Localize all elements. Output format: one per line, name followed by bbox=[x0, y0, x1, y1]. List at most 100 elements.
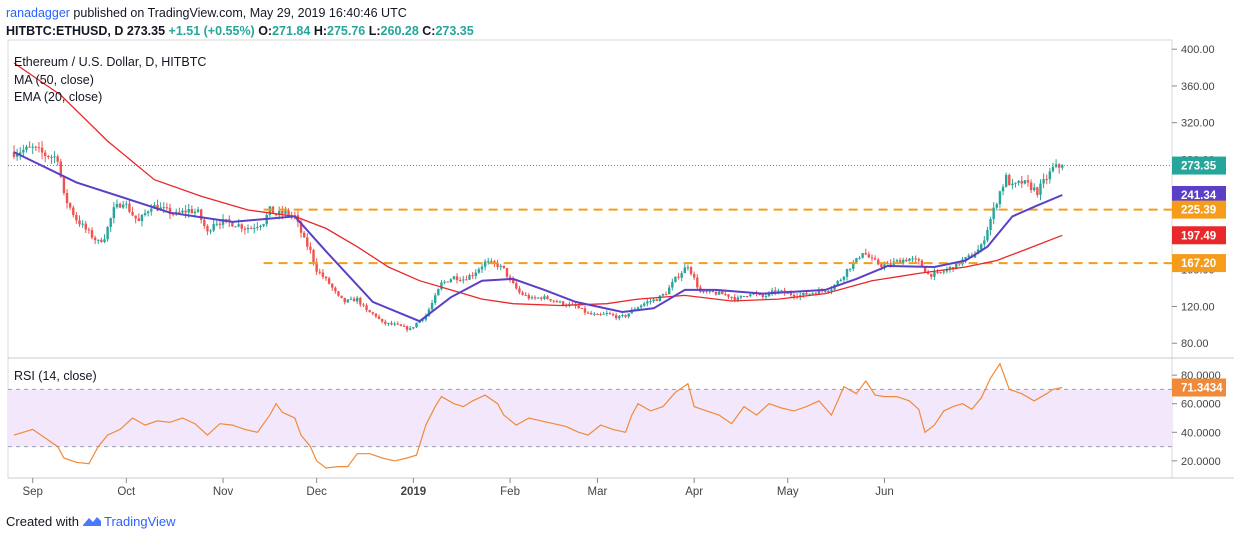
candle-body bbox=[390, 322, 393, 325]
candle-body bbox=[936, 271, 939, 273]
candle-body bbox=[683, 267, 686, 274]
candle-body bbox=[321, 272, 325, 277]
candle-body bbox=[359, 297, 362, 305]
candle-body bbox=[53, 156, 56, 158]
candle-body bbox=[602, 313, 605, 315]
candle-body bbox=[434, 295, 437, 303]
candle-body bbox=[643, 303, 646, 306]
candle-body bbox=[31, 146, 34, 148]
candle-body bbox=[895, 260, 899, 262]
rsi-legend: RSI (14, close) bbox=[14, 369, 97, 383]
candle-body bbox=[1023, 180, 1027, 184]
candle-body bbox=[730, 296, 733, 298]
candle-body bbox=[505, 268, 509, 277]
candle-body bbox=[387, 322, 390, 324]
tradingview-link[interactable]: TradingView bbox=[104, 514, 176, 529]
candle-body bbox=[34, 146, 38, 148]
rsi-last-label: 71.3434 bbox=[1181, 383, 1223, 395]
candle-body bbox=[318, 271, 321, 273]
candle-body bbox=[702, 290, 705, 293]
candle-body bbox=[137, 218, 140, 221]
candle-body bbox=[593, 313, 596, 315]
candle-body bbox=[234, 226, 237, 228]
candle-body bbox=[742, 296, 746, 298]
candle-body bbox=[380, 318, 384, 322]
candle-body bbox=[483, 261, 487, 267]
candle-body bbox=[393, 323, 396, 325]
price-label-241.34: 241.34 bbox=[1181, 190, 1217, 202]
candle-body bbox=[118, 203, 122, 208]
candle-body bbox=[540, 297, 543, 299]
candle-body bbox=[646, 301, 649, 304]
candle-body bbox=[337, 291, 340, 296]
price-tick-label: 80.00 bbox=[1181, 338, 1209, 350]
candle-body bbox=[37, 147, 41, 149]
candle-body bbox=[87, 229, 91, 231]
candle-body bbox=[346, 299, 350, 303]
candle-body bbox=[40, 147, 44, 153]
candle-body bbox=[521, 292, 524, 295]
candle-body bbox=[605, 313, 608, 315]
chart-title: Ethereum / U.S. Dollar, D, HITBTC bbox=[14, 55, 206, 69]
candle-body bbox=[206, 226, 209, 232]
rsi-tick-label: 20.0000 bbox=[1181, 456, 1221, 468]
candle-body bbox=[596, 313, 599, 315]
candle-body bbox=[577, 305, 580, 308]
candle-body bbox=[256, 227, 259, 229]
candle-body bbox=[75, 214, 78, 221]
candle-body bbox=[309, 246, 312, 250]
time-tick-label: Mar bbox=[588, 486, 608, 498]
candle-body bbox=[677, 276, 680, 278]
candle-body bbox=[396, 323, 399, 325]
candle-body bbox=[680, 273, 683, 278]
candle-body bbox=[624, 315, 627, 317]
candle-body bbox=[84, 223, 87, 230]
candle-body bbox=[889, 263, 892, 265]
candle-body bbox=[518, 288, 521, 293]
candle-body bbox=[618, 315, 621, 319]
candle-body bbox=[471, 275, 474, 277]
candle-body bbox=[911, 258, 914, 260]
candle-body bbox=[515, 283, 518, 289]
time-tick-label: Dec bbox=[306, 486, 327, 498]
candle-body bbox=[1033, 187, 1036, 191]
candle-body bbox=[736, 297, 740, 300]
candle-body bbox=[533, 297, 537, 299]
candle-body bbox=[374, 313, 378, 317]
candle-body bbox=[44, 152, 47, 157]
candle-body bbox=[246, 227, 250, 230]
candle-body bbox=[72, 207, 75, 215]
candle-body bbox=[331, 283, 334, 288]
candle-body bbox=[1011, 183, 1014, 186]
candle-body bbox=[50, 156, 53, 158]
candle-body bbox=[196, 209, 200, 212]
candle-body bbox=[90, 230, 94, 238]
created-with-text: Created with bbox=[6, 514, 79, 529]
candle-body bbox=[243, 228, 247, 230]
price-chart[interactable]: 400.00360.00320.00280.00240.00200.00160.… bbox=[0, 0, 1234, 512]
price-tick-label: 400.00 bbox=[1181, 44, 1215, 56]
candle-body bbox=[802, 292, 805, 296]
candle-body bbox=[649, 301, 652, 303]
candle-body bbox=[165, 207, 169, 209]
candle-body bbox=[134, 215, 137, 219]
rsi-tick-label: 40.0000 bbox=[1181, 427, 1221, 439]
candle-body bbox=[377, 316, 381, 319]
candle-body bbox=[530, 297, 534, 299]
candle-body bbox=[218, 223, 222, 225]
candle-body bbox=[146, 211, 150, 214]
candle-body bbox=[1045, 179, 1048, 181]
candle-body bbox=[998, 191, 1002, 205]
candle-body bbox=[739, 296, 743, 298]
price-label-273.35: 273.35 bbox=[1181, 161, 1217, 173]
time-tick-label: Jun bbox=[875, 486, 894, 498]
candle-body bbox=[415, 322, 418, 328]
candle-body bbox=[402, 325, 406, 327]
candle-body bbox=[446, 281, 449, 283]
candle-body bbox=[259, 225, 262, 228]
candle-body bbox=[181, 210, 184, 213]
candle-body bbox=[56, 156, 59, 162]
candle-body bbox=[65, 193, 69, 204]
candle-body bbox=[848, 268, 852, 270]
candle-body bbox=[190, 209, 194, 214]
